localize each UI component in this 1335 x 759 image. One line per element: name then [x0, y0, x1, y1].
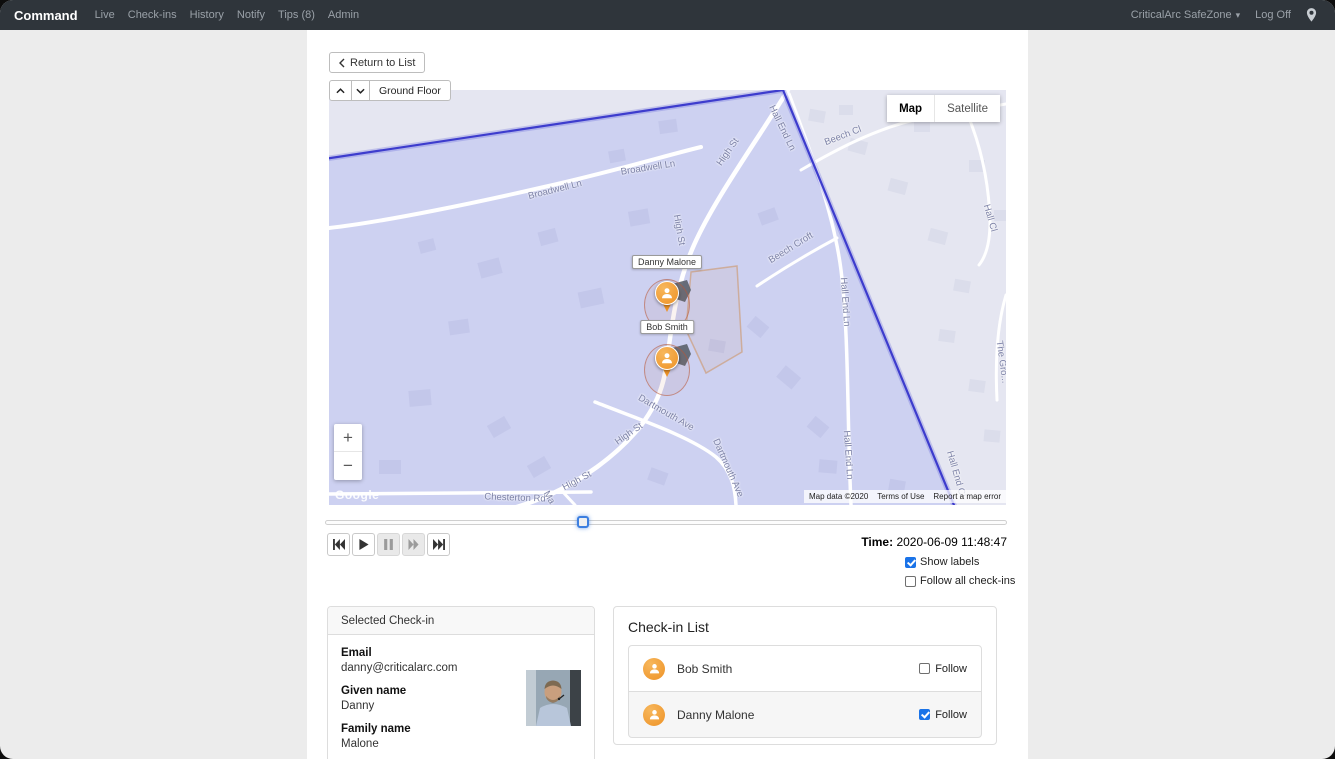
org-dropdown[interactable]: CriticalArc SafeZone ▾ [1131, 9, 1240, 21]
google-logo: Google [335, 488, 379, 502]
option-checkbox[interactable] [905, 557, 916, 568]
nav-item-admin[interactable]: Admin [328, 9, 359, 21]
map-zoom-control: + − [334, 424, 362, 480]
timeline-slider[interactable] [325, 520, 1007, 525]
option-follow-all-check-ins[interactable]: Follow all check-ins [905, 575, 1015, 587]
floor-up-button[interactable] [329, 80, 352, 101]
play-icon [359, 539, 369, 550]
markers-layer: Danny Malone Bob Smith [329, 90, 1006, 505]
floor-name: Ground Floor [369, 80, 451, 101]
nav-item-check-ins[interactable]: Check-ins [128, 9, 177, 21]
chevron-left-icon [339, 58, 345, 68]
return-to-list-label: Return to List [350, 57, 415, 69]
map-attribution: Map data ©2020 Terms of Use Report a map… [804, 490, 1006, 503]
checkin-rows: Bob Smith Follow Danny Malone Follow [628, 645, 982, 738]
option-label: Follow all check-ins [920, 575, 1015, 587]
follow-checkbox[interactable] [919, 663, 930, 674]
follow-toggle[interactable]: Follow [919, 663, 967, 675]
skip-end-icon [433, 539, 445, 550]
map-data-text: Map data ©2020 [809, 492, 868, 501]
follow-toggle[interactable]: Follow [919, 709, 967, 721]
selected-checkin-header: Selected Check-in [328, 607, 594, 635]
playback-time: Time: 2020-06-09 11:48:47 [861, 535, 1007, 549]
log-off-button[interactable]: Log Off [1255, 9, 1291, 21]
person-pin-icon[interactable] [655, 281, 679, 305]
map-type-map-button[interactable]: Map [887, 95, 934, 122]
person-avatar-icon [643, 704, 665, 726]
location-pin-icon[interactable] [1306, 8, 1317, 22]
marker-label: Bob Smith [640, 320, 694, 334]
checkin-name: Bob Smith [677, 662, 732, 676]
nav-right: CriticalArc SafeZone ▾ Log Off [1131, 8, 1317, 22]
play-button[interactable] [352, 533, 375, 556]
skip-to-start-button[interactable] [327, 533, 350, 556]
nav-item-tips-8-[interactable]: Tips (8) [278, 9, 315, 21]
playback-options: Show labels Follow all check-ins [905, 556, 1015, 587]
time-label: Time: [861, 535, 893, 549]
fast-forward-icon [408, 539, 419, 550]
person-icon [648, 662, 661, 675]
person-icon [648, 708, 661, 721]
checkin-row[interactable]: Danny Malone Follow [628, 691, 982, 738]
checkin-list-title: Check-in List [628, 619, 982, 635]
zoom-in-button[interactable]: + [334, 424, 362, 452]
return-to-list-button[interactable]: Return to List [329, 52, 425, 73]
marker-label: Danny Malone [632, 255, 702, 269]
option-label: Show labels [920, 556, 979, 568]
person-icon [660, 286, 674, 300]
follow-label: Follow [935, 709, 967, 721]
profile-photo [526, 670, 581, 726]
app-brand: Command [14, 8, 78, 23]
chevron-down-icon [356, 88, 365, 94]
floor-down-button[interactable] [351, 80, 370, 101]
person-pin-icon[interactable] [655, 346, 679, 370]
skip-start-icon [333, 539, 345, 550]
selected-checkin-body: Emaildanny@criticalarc.comGiven nameDann… [328, 635, 594, 759]
skip-to-end-button[interactable] [427, 533, 450, 556]
follow-checkbox[interactable] [919, 709, 930, 720]
checkin-list-panel: Check-in List Bob SmithFollowDanny Malon… [613, 606, 997, 745]
field-value: Malone [341, 738, 581, 750]
pin-tail [663, 369, 671, 377]
pause-button [377, 533, 400, 556]
selected-checkin-panel: Selected Check-in Emaildanny@criticalarc… [327, 606, 595, 759]
pin-tail [663, 304, 671, 312]
zoom-out-button[interactable]: − [334, 452, 362, 480]
map-canvas[interactable]: Broadwell LnBroadwell LnHigh StHigh StHi… [329, 90, 1006, 505]
map-type-control: Map Satellite [887, 95, 1000, 122]
person-icon [660, 351, 674, 365]
person-avatar-icon [643, 658, 665, 680]
chevron-up-icon [336, 88, 345, 94]
fast-forward-button [402, 533, 425, 556]
nav-item-history[interactable]: History [190, 9, 224, 21]
time-value: 2020-06-09 11:48:47 [896, 535, 1007, 549]
timeline-slider-thumb[interactable] [577, 516, 589, 528]
app-window: Command Live Check-ins History Notify Tips (… [0, 0, 1335, 759]
nav-item-notify[interactable]: Notify [237, 9, 265, 21]
pause-icon [384, 539, 393, 550]
chevron-down-icon: ▾ [1236, 10, 1241, 20]
nav-item-live[interactable]: Live [95, 9, 115, 21]
map-type-satellite-button[interactable]: Satellite [934, 95, 1000, 122]
floor-selector: Ground Floor [329, 80, 451, 101]
checkin-row[interactable]: Bob Smith Follow [628, 645, 982, 692]
checkin-name: Danny Malone [677, 708, 754, 722]
playback-controls [327, 533, 450, 556]
nav-menu: Live Check-ins History Notify Tips (8) Admin [95, 9, 360, 21]
report-map-error-link[interactable]: Report a map error [933, 492, 1001, 501]
org-name: CriticalArc SafeZone [1131, 9, 1232, 21]
field-label: Email [341, 647, 581, 659]
top-nav: Command Live Check-ins History Notify Tips (… [0, 0, 1335, 30]
main-content: Return to List Ground Floor [307, 30, 1028, 759]
option-show-labels[interactable]: Show labels [905, 556, 1015, 568]
follow-label: Follow [935, 663, 967, 675]
terms-of-use-link[interactable]: Terms of Use [877, 492, 924, 501]
option-checkbox[interactable] [905, 576, 916, 587]
